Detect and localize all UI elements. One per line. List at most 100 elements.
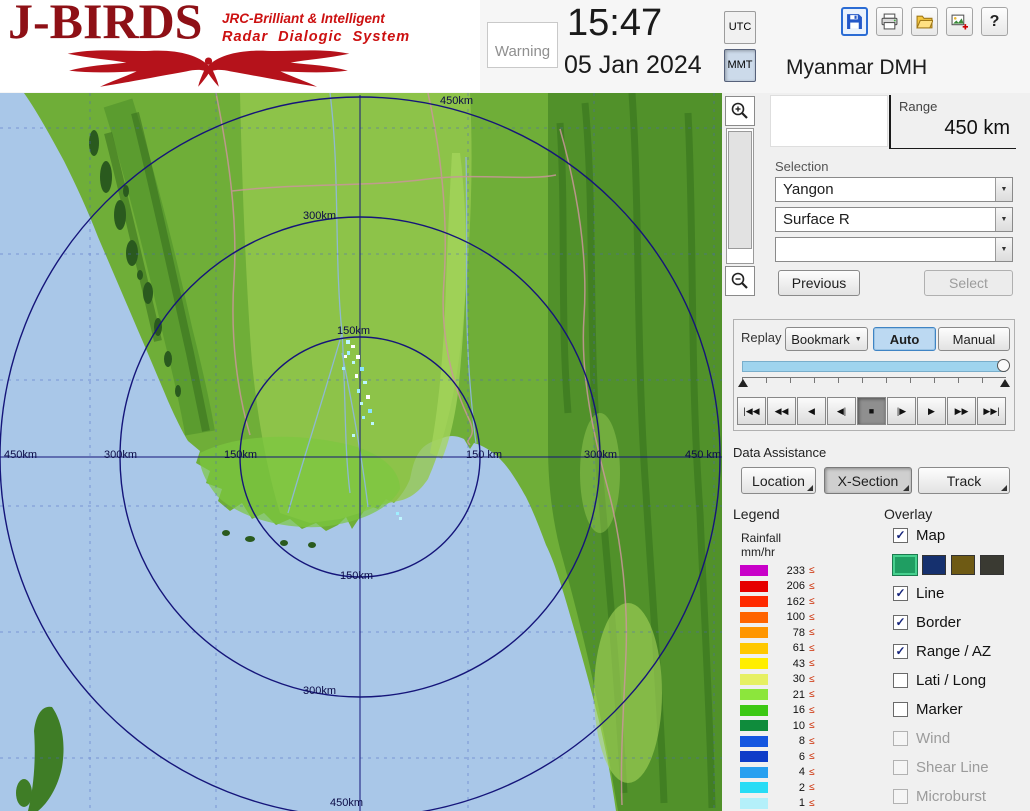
- timeline-start-marker-icon: [738, 379, 748, 387]
- overlay-item-map[interactable]: ✓Map: [893, 525, 1025, 546]
- checkbox-lati-long[interactable]: [893, 673, 908, 688]
- radar-map[interactable]: 450km300km150km150 km300km450 km450km300…: [0, 93, 722, 811]
- open-folder-button[interactable]: [911, 7, 938, 36]
- checkbox-marker[interactable]: [893, 702, 908, 717]
- overlay-item-line[interactable]: ✓Line: [893, 583, 1025, 604]
- auto-mode-button[interactable]: Auto: [873, 327, 936, 351]
- playback-rewind-button[interactable]: ◀◀: [767, 397, 796, 425]
- legend-scale: 233≤206≤162≤100≤78≤61≤43≤30≤21≤16≤10≤8≤6…: [740, 563, 815, 811]
- zoom-slider-thumb[interactable]: [728, 131, 752, 249]
- data-assistance-label: Data Assistance: [733, 445, 826, 460]
- location-button[interactable]: Location: [741, 467, 816, 494]
- lte-symbol: ≤: [809, 565, 815, 576]
- zoom-strip: [725, 96, 759, 298]
- map-style-swatch-1[interactable]: [893, 555, 917, 575]
- overlay-item-border[interactable]: ✓Border: [893, 612, 1025, 633]
- legend-row: 78 ≤: [740, 625, 815, 641]
- site-dropdown[interactable]: Yangon ▼: [775, 177, 1013, 202]
- option-dropdown[interactable]: ▼: [775, 237, 1013, 262]
- timeline-ruler: [742, 377, 1006, 387]
- playback-step-back-button[interactable]: ◀|: [827, 397, 856, 425]
- save-icon: [846, 13, 863, 30]
- submenu-corner-icon: [1001, 485, 1007, 491]
- legend-value: 4: [777, 766, 805, 778]
- jbirds-app: J-BIRDS JRC-Brilliant & Intelligent Rada…: [0, 0, 1030, 811]
- checkbox-line[interactable]: ✓: [893, 586, 908, 601]
- lte-symbol: ≤: [809, 581, 815, 592]
- save-button[interactable]: [841, 7, 868, 36]
- legend-color-swatch: [740, 565, 768, 576]
- checkbox-wind: [893, 731, 908, 746]
- bookmark-button-label: Bookmark: [791, 332, 850, 347]
- product-dropdown-button[interactable]: ▼: [995, 208, 1012, 231]
- zoom-out-button[interactable]: [725, 266, 755, 296]
- map-style-swatches: [893, 554, 1025, 576]
- playback-step-forward-button[interactable]: |▶: [887, 397, 916, 425]
- overlay-label: Microburst: [916, 788, 986, 805]
- submenu-corner-icon: [807, 485, 813, 491]
- playback-fast-forward-button[interactable]: ▶▶: [947, 397, 976, 425]
- map-style-swatch-3[interactable]: [951, 555, 975, 575]
- overlay-label: Lati / Long: [916, 672, 986, 689]
- checkbox-border[interactable]: ✓: [893, 615, 908, 630]
- legend-row: 8≤: [740, 734, 815, 750]
- legend-value: 61: [777, 642, 805, 654]
- lte-symbol: ≤: [809, 751, 815, 762]
- site-dropdown-button[interactable]: ▼: [995, 178, 1012, 201]
- legend-value: 206: [777, 580, 805, 592]
- overlay-item-marker[interactable]: Marker: [893, 699, 1025, 720]
- playback-skip-start-button[interactable]: |◀◀: [737, 397, 766, 425]
- overlay-item-range-az[interactable]: ✓ Range / AZ: [893, 641, 1025, 662]
- timeline-end-marker-icon: [1000, 379, 1010, 387]
- legend-value: 78: [777, 627, 805, 639]
- mmt-button[interactable]: MMT: [724, 49, 756, 82]
- help-button[interactable]: ?: [981, 7, 1008, 36]
- legend-value: 1: [777, 797, 805, 809]
- zoom-in-button[interactable]: [725, 96, 755, 126]
- replay-timeline[interactable]: [742, 361, 1006, 372]
- warning-indicator: Warning: [487, 22, 558, 68]
- playback-stop-button[interactable]: ■: [857, 397, 886, 425]
- product-dropdown[interactable]: Surface R ▼: [775, 207, 1013, 232]
- bookmark-button[interactable]: Bookmark ▼: [785, 327, 868, 351]
- legend-title: Legend: [733, 506, 780, 522]
- overlay-label: Range / AZ: [916, 643, 991, 660]
- map-style-swatch-4[interactable]: [980, 555, 1004, 575]
- checkbox-shear-line: [893, 760, 908, 775]
- overlay-label: Shear Line: [916, 759, 989, 776]
- playback-play-reverse-button[interactable]: ◀: [797, 397, 826, 425]
- legend-color-swatch: [740, 720, 768, 731]
- overlay-label: Marker: [916, 701, 963, 718]
- legend-color-swatch: [740, 767, 768, 778]
- lte-symbol: ≤: [809, 643, 815, 654]
- export-image-button[interactable]: [946, 7, 973, 36]
- site-dropdown-value: Yangon: [783, 181, 834, 198]
- print-button[interactable]: [876, 7, 903, 36]
- previous-button[interactable]: Previous: [778, 270, 860, 296]
- lte-symbol: ≤: [809, 798, 815, 809]
- playback-skip-end-button[interactable]: ▶▶|: [977, 397, 1006, 425]
- legend-value: 100: [777, 611, 805, 623]
- replay-group: Replay Bookmark ▼ Auto Manual |◀◀◀◀◀◀|■|…: [733, 319, 1015, 431]
- timeline-thumb[interactable]: [997, 359, 1010, 372]
- x-section-button[interactable]: X-Section: [824, 467, 912, 494]
- utc-button[interactable]: UTC: [724, 11, 756, 44]
- track-button[interactable]: Track: [918, 467, 1010, 494]
- legend-row: 10≤: [740, 718, 815, 734]
- toolbar: ?: [841, 7, 1008, 36]
- map-style-swatch-2[interactable]: [922, 555, 946, 575]
- zoom-slider[interactable]: [726, 128, 754, 264]
- playback-play-button[interactable]: ▶: [917, 397, 946, 425]
- option-dropdown-button[interactable]: ▼: [995, 238, 1012, 261]
- legend-value: 162: [777, 596, 805, 608]
- checkbox-range-az[interactable]: ✓: [893, 644, 908, 659]
- overlay-label: Wind: [916, 730, 950, 747]
- legend-row: 30≤: [740, 672, 815, 688]
- checkbox-map[interactable]: ✓: [893, 528, 908, 543]
- lte-symbol: ≤: [809, 627, 815, 638]
- manual-mode-button[interactable]: Manual: [938, 327, 1010, 351]
- lte-symbol: ≤: [809, 689, 815, 700]
- legend-color-swatch: [740, 581, 768, 592]
- clock-date: 05 Jan 2024: [564, 51, 702, 80]
- overlay-item-lati-long[interactable]: Lati / Long: [893, 670, 1025, 691]
